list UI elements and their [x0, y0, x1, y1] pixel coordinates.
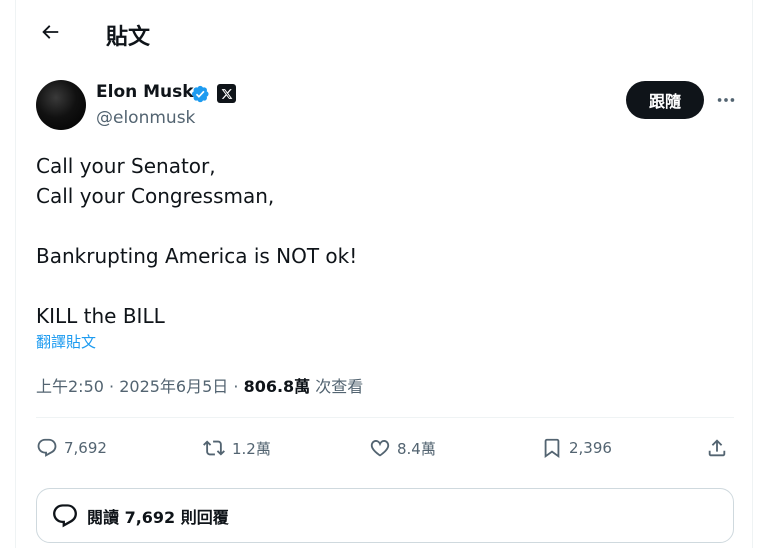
heart-icon [370, 440, 390, 457]
follow-button[interactable]: 跟隨 [626, 81, 704, 119]
tweet-line: Call your Congressman, [36, 184, 275, 208]
tweet-line: KILL the BILL [36, 304, 165, 328]
tweet-line: Bankrupting America is NOT ok! [36, 244, 358, 268]
translate-link[interactable]: 翻譯貼文 [36, 331, 96, 352]
author-name[interactable]: Elon Musk [96, 82, 194, 102]
like-count: 8.4萬 [397, 439, 436, 458]
more-options-button[interactable] [712, 88, 740, 112]
bookmark-icon [544, 438, 560, 459]
reply-button[interactable]: 7,692 [36, 431, 107, 465]
separator: · [109, 377, 120, 396]
tweet-line: Call your Senator, [36, 154, 216, 178]
divider [36, 417, 734, 418]
bookmark-button[interactable]: 2,396 [541, 431, 612, 465]
repost-icon [203, 440, 225, 456]
tweet-meta: 上午2:50 · 2025年6月5日 · 806.8萬 次查看 [36, 373, 363, 397]
repost-button[interactable]: 1.2萬 [202, 431, 271, 465]
tweet-time[interactable]: 上午2:50 [36, 377, 104, 396]
action-bar: 7,692 1.2萬 8.4萬 2,396 [36, 431, 734, 465]
reply-icon [53, 503, 77, 527]
back-button[interactable] [36, 18, 64, 46]
like-button[interactable]: 8.4萬 [369, 431, 436, 465]
tweet-text: Call your Senator, Call your Congressman… [36, 151, 736, 331]
share-icon [708, 439, 726, 457]
read-replies-label: 閱讀 7,692 則回覆 [87, 507, 229, 527]
repost-count: 1.2萬 [232, 439, 271, 458]
reply-count: 7,692 [64, 439, 107, 457]
page-title: 貼文 [106, 25, 151, 50]
x-logo-icon [217, 84, 236, 103]
bookmark-count: 2,396 [569, 439, 612, 457]
verified-badge-icon [192, 85, 209, 103]
reply-icon [37, 438, 57, 457]
read-replies-button[interactable]: 閱讀 7,692 則回覆 [36, 488, 734, 543]
author-handle[interactable]: @elonmusk [96, 108, 195, 128]
page-header: 貼文 [16, 0, 754, 68]
views-label: 次查看 [315, 377, 364, 396]
view-count: 806.8萬 [243, 377, 311, 396]
tweet-detail-panel: 貼文 Elon Musk @elonmusk 跟隨 Call your Sena… [15, 0, 753, 548]
avatar[interactable] [36, 80, 86, 130]
separator: · [233, 377, 244, 396]
share-button[interactable] [706, 431, 734, 465]
arrow-left-icon [42, 25, 59, 39]
more-icon [717, 98, 735, 102]
tweet-date[interactable]: 2025年6月5日 [119, 377, 228, 396]
